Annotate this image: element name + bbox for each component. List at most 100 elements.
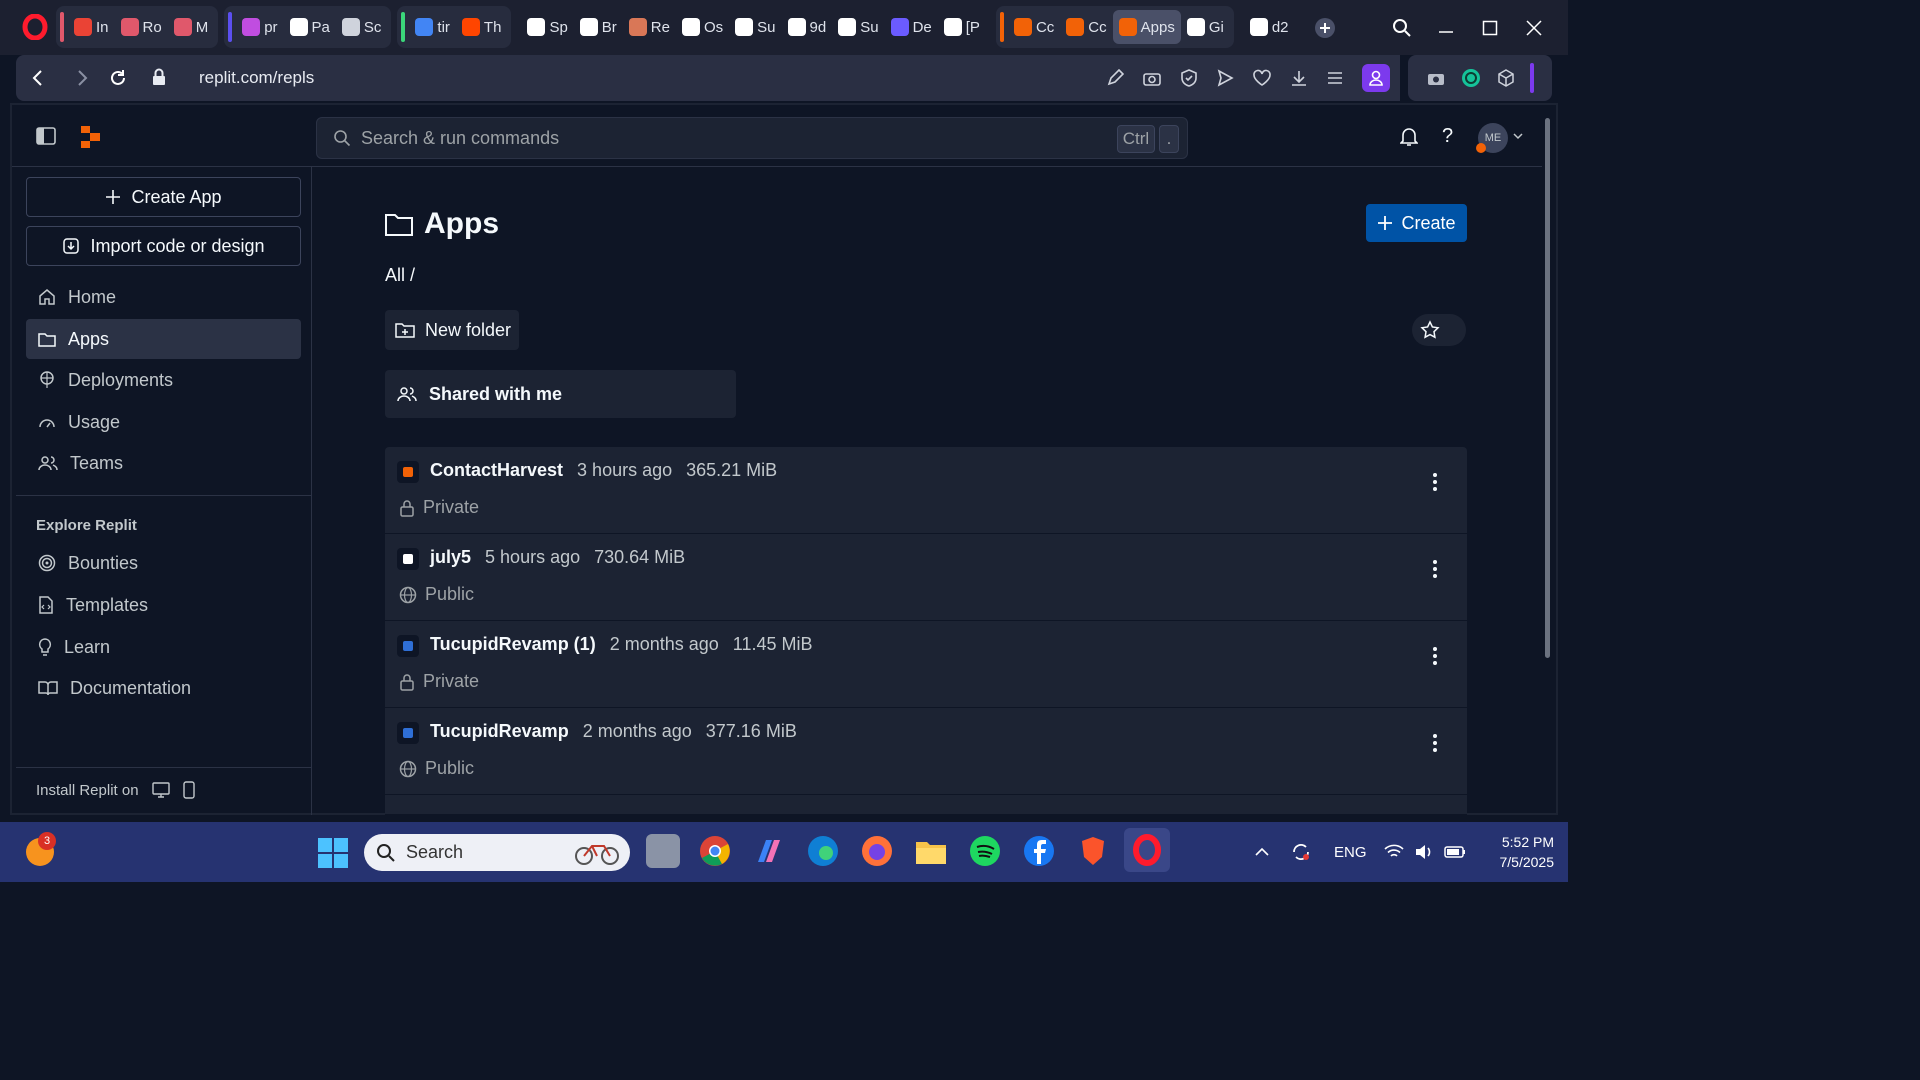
- browser-tab[interactable]: Re: [623, 6, 676, 48]
- sidebar-item-home[interactable]: Home: [26, 277, 301, 317]
- repl-row[interactable]: ContactHarvest 3 hours ago 365.21 MiB Priva…: [385, 447, 1467, 534]
- more-options-icon[interactable]: [1425, 469, 1445, 495]
- brave-icon[interactable]: [1076, 834, 1110, 868]
- browser-tab[interactable]: d2: [1244, 6, 1295, 48]
- url-field[interactable]: replit.com/repls: [199, 68, 314, 88]
- minimize-button[interactable]: [1438, 0, 1454, 55]
- browser-tab[interactable]: Pa: [284, 6, 336, 48]
- repl-row[interactable]: TucupidRevamp (1) 2 months ago 11.45 MiB Pr…: [385, 621, 1467, 708]
- forward-button[interactable]: [74, 69, 90, 87]
- browser-tab[interactable]: pr: [236, 6, 283, 48]
- shared-with-me-folder[interactable]: Shared with me: [385, 370, 736, 418]
- camera-icon[interactable]: [1142, 69, 1162, 87]
- browser-tab[interactable]: Cc: [1008, 6, 1060, 48]
- create-app-button[interactable]: Create App: [26, 177, 301, 217]
- sidebar-item-documentation[interactable]: Documentation: [26, 668, 301, 708]
- import-button[interactable]: Import code or design: [26, 226, 301, 266]
- sidebar-item-deployments[interactable]: Deployments: [26, 360, 301, 400]
- task-view-icon[interactable]: [646, 834, 680, 868]
- taskbar-search-box[interactable]: Search: [364, 834, 630, 871]
- sync-icon[interactable]: [1290, 822, 1312, 882]
- sidebar-item-bounties[interactable]: Bounties: [26, 543, 301, 583]
- browser-tab[interactable]: Th: [456, 6, 508, 48]
- close-window-button[interactable]: [1526, 0, 1542, 55]
- grammarly-extension-icon[interactable]: [1461, 68, 1481, 88]
- facebook-icon[interactable]: [1022, 834, 1056, 868]
- clock[interactable]: 5:52 PM 7/5/2025: [1478, 832, 1555, 872]
- browser-tab[interactable]: Sp: [521, 6, 573, 48]
- sidebar-toggle-icon[interactable]: [36, 127, 56, 145]
- shield-icon[interactable]: [1180, 69, 1198, 87]
- browser-tab[interactable]: De: [885, 6, 938, 48]
- file-explorer-icon[interactable]: [914, 834, 948, 868]
- browser-tab[interactable]: Cc: [1060, 6, 1112, 48]
- more-options-icon[interactable]: [1425, 730, 1445, 756]
- cube-extension-icon[interactable]: [1497, 69, 1515, 87]
- repl-name[interactable]: ContactHarvest: [430, 460, 563, 481]
- opera-taskbar-icon[interactable]: [1124, 828, 1170, 872]
- chevron-down-icon[interactable]: [1512, 131, 1524, 141]
- command-search-bar[interactable]: Search & run commands Ctrl .: [316, 117, 1188, 159]
- language-indicator[interactable]: ENG: [1334, 822, 1367, 882]
- search-tabs-icon[interactable]: [1392, 0, 1412, 55]
- browser-tab[interactable]: Su: [729, 6, 781, 48]
- browser-tab[interactable]: [P: [938, 6, 986, 48]
- sidebar-item-usage[interactable]: Usage: [26, 402, 301, 442]
- new-tab-button[interactable]: [1314, 0, 1336, 55]
- screenshot-extension-icon[interactable]: [1426, 69, 1446, 87]
- repl-name[interactable]: TucupidRevamp: [430, 721, 569, 742]
- spotify-icon[interactable]: [968, 834, 1002, 868]
- easy-setup-icon[interactable]: [1326, 69, 1344, 87]
- download-icon[interactable]: [1290, 69, 1308, 87]
- browser-tab[interactable]: Os: [676, 6, 729, 48]
- page-scrollbar[interactable]: [1540, 108, 1552, 808]
- chrome-icon[interactable]: [698, 834, 732, 868]
- browser-tab[interactable]: Ro: [115, 6, 168, 48]
- notifications-bell-icon[interactable]: [1400, 127, 1418, 147]
- browser-tab[interactable]: M: [168, 6, 215, 48]
- help-icon[interactable]: ?: [1442, 125, 1453, 148]
- sidebar-item-apps[interactable]: Apps: [26, 319, 301, 359]
- tray-overflow-icon[interactable]: [1254, 822, 1270, 882]
- more-options-icon[interactable]: [1425, 643, 1445, 669]
- browser-tab[interactable]: tir: [409, 6, 456, 48]
- edit-icon[interactable]: [1106, 69, 1124, 87]
- copilot-icon[interactable]: [752, 834, 786, 868]
- maximize-button[interactable]: [1482, 0, 1498, 55]
- replit-logo-icon[interactable]: [80, 125, 102, 149]
- sidebar-item-learn[interactable]: Learn: [26, 627, 301, 667]
- opera-logo-icon[interactable]: [22, 14, 48, 40]
- desktop-icon[interactable]: [151, 781, 171, 799]
- heart-icon[interactable]: [1252, 69, 1272, 87]
- browser-tab[interactable]: Su: [832, 6, 884, 48]
- sidebar-item-templates[interactable]: Templates: [26, 585, 301, 625]
- send-icon[interactable]: [1216, 69, 1234, 87]
- browser-tab[interactable]: Br: [574, 6, 623, 48]
- browser-tab[interactable]: In: [68, 6, 115, 48]
- windows-start-icon[interactable]: [318, 838, 348, 868]
- repl-name[interactable]: TucupidRevamp (1): [430, 634, 596, 655]
- system-tray-icons[interactable]: [1384, 822, 1466, 882]
- back-button[interactable]: [30, 69, 46, 87]
- favorites-toggle[interactable]: [1412, 314, 1466, 346]
- grid-icon: [527, 18, 546, 36]
- browser-tab[interactable]: Sc: [336, 6, 388, 48]
- browser-tab[interactable]: 9d: [782, 6, 833, 48]
- edge-icon[interactable]: [806, 834, 840, 868]
- repl-name[interactable]: july5: [430, 547, 471, 568]
- sidebar-item-teams[interactable]: Teams: [26, 443, 301, 483]
- scrollbar-thumb[interactable]: [1545, 118, 1550, 658]
- wrench-icon: [397, 722, 419, 744]
- browser-tab[interactable]: Gi: [1181, 6, 1230, 48]
- breadcrumb[interactable]: All /: [385, 265, 415, 286]
- more-options-icon[interactable]: [1425, 556, 1445, 582]
- firefox-icon[interactable]: [860, 834, 894, 868]
- mobile-icon[interactable]: [182, 781, 195, 799]
- repl-row[interactable]: TucupidRevamp 2 months ago 377.16 MiB Publi…: [385, 708, 1467, 795]
- create-button[interactable]: Create: [1366, 204, 1467, 242]
- profile-button[interactable]: [1362, 64, 1390, 92]
- repl-row[interactable]: july5 5 hours ago 730.64 MiB Public: [385, 534, 1467, 621]
- browser-tab[interactable]: Apps: [1112, 10, 1181, 44]
- new-folder-button[interactable]: New folder: [385, 310, 519, 350]
- reload-button[interactable]: [108, 68, 128, 88]
